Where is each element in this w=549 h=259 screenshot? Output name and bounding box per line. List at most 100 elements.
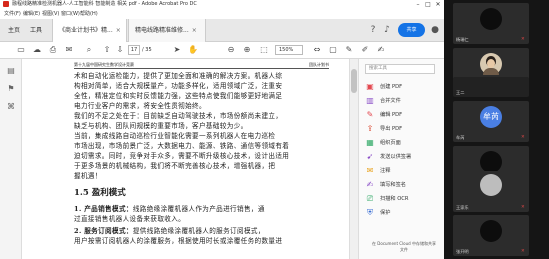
paragraph-line: 于更多场景的机械结构，我们将不断完善核心技术，增强机器，把 <box>74 162 276 170</box>
participant-tile[interactable]: 杨瑞仁 ✕ <box>453 3 529 44</box>
main-toolbar: ▭ ☁ ⎙ ✉ ⌕ ⇧ ⇩ 17 / 35 ➤ ✋ ⊖ ⊕ ⬚ 150% ⇔ ▢… <box>0 42 444 59</box>
sign-icon[interactable]: ✍ <box>374 43 388 57</box>
minus-icon[interactable]: ⊖ <box>224 43 238 57</box>
list-item: 过直接销售机器人设备来获取收入。 <box>74 214 332 224</box>
paragraph-line: 全性，精准定位和实时反馈能力强，这些特点使我们能够更好地满足 <box>74 92 283 100</box>
menu-edit[interactable]: 编辑(E) <box>23 9 40 19</box>
meeting-participants-panel: 杨瑞仁 ✕ 王二 牟芮 牟芮 ✕ 吴磊 ✕ 王家乐 ✕ 张开明 ✕ <box>444 0 549 259</box>
list-item: 1. 产品销售模式：线路绝缘涂覆机器人作为产品进行销售，通 <box>74 204 332 214</box>
tool-label: 编辑 PDF <box>380 112 403 118</box>
list-item-text: 用户按需订阅机器人的涂覆服务，根据使用时长或涂覆任务的数量进 <box>74 237 283 245</box>
vertical-scrollbar[interactable] <box>349 59 358 259</box>
participant-name: 牟芮 <box>456 135 465 140</box>
list-item-text: 线路绝缘涂覆机器人作为产品进行销售，通 <box>132 205 265 213</box>
list-item: 用户按需订阅机器人的涂覆服务，根据使用时长或涂覆任务的数量进 <box>74 236 332 246</box>
menu-window[interactable]: 窗口(W) <box>61 9 80 19</box>
tab-tools[interactable]: 工具 <box>24 19 48 42</box>
bookmark-icon[interactable]: ⚑ <box>5 83 17 95</box>
page-number-input[interactable]: 17 <box>128 45 140 55</box>
cloud-icon[interactable]: ☁ <box>30 43 44 57</box>
tab-home[interactable]: 主页 <box>2 19 26 42</box>
fill-sign-icon: ✍ <box>366 180 374 189</box>
participant-name: 杨瑞仁 <box>456 37 469 42</box>
participant-tile[interactable]: 张开明 ✕ <box>453 215 529 256</box>
cursor-icon[interactable]: ➤ <box>170 43 184 57</box>
comment-icon[interactable]: ▢ <box>326 43 340 57</box>
paragraph-line: 构相对简单，适合大规模量产，功能多样化，适用领域广泛，注重安 <box>74 82 283 90</box>
tab-close-icon[interactable]: × <box>116 27 121 34</box>
menu-view[interactable]: 视图(V) <box>42 9 59 19</box>
scan-ocr-icon: ⎚ <box>366 194 374 203</box>
list-item-text: 过直接销售机器人设备来获取收入。 <box>74 215 186 223</box>
highlight-icon[interactable]: ✐ <box>358 43 372 57</box>
save-icon[interactable]: ▭ <box>14 43 28 57</box>
list-item-lead: 2. 服务订阅模式： <box>74 227 133 235</box>
close-icon[interactable]: ✕ <box>433 0 443 9</box>
arrow-up-icon[interactable]: ⇧ <box>100 43 114 57</box>
participant-name: 张开明 <box>456 249 469 254</box>
tool-label: 导出 PDF <box>380 126 403 132</box>
list-item: 2. 服务订阅模式：提供线路绝缘涂覆机器人的服务订阅模式， <box>74 226 332 236</box>
avatar <box>480 151 502 173</box>
participant-tile[interactable]: 王家乐 ✕ <box>453 171 529 212</box>
user-icon[interactable]: ● <box>428 23 442 37</box>
edit-pdf-icon: ✎ <box>366 110 374 119</box>
print-icon[interactable]: ⎙ <box>46 43 60 57</box>
maximize-icon[interactable]: □ <box>423 0 433 9</box>
pen-icon[interactable]: ✎ <box>342 43 356 57</box>
minimize-icon[interactable]: – <box>413 0 423 9</box>
plus-icon[interactable]: ⊕ <box>240 43 254 57</box>
avatar <box>480 220 502 242</box>
avatar <box>480 174 502 196</box>
mail-icon[interactable]: ✉ <box>62 43 76 57</box>
tool-label: 发送以供签署 <box>380 154 412 160</box>
comment-tool-icon: ✉ <box>366 166 374 175</box>
search-tools-input[interactable]: 搜索工具 <box>365 64 435 74</box>
tab-document-1[interactable]: 《商业计划书》精... × <box>52 19 127 42</box>
zoom-level-select[interactable]: 150% <box>275 45 303 55</box>
attachment-icon[interactable]: ⌘ <box>5 101 17 113</box>
tool-label: 组织页面 <box>380 140 401 146</box>
tab-document-2-label: 精电线路精准维修... <box>135 27 189 34</box>
paragraph-line: 我们的不足之处在于：目前缺乏自动驾驶技术，市场份额尚未建立， <box>74 112 283 120</box>
share-button[interactable]: 共享 <box>398 23 425 37</box>
menu-help[interactable]: 帮助(H) <box>80 9 98 19</box>
bell-icon[interactable]: ♪ <box>380 23 394 37</box>
hand-icon[interactable]: ✋ <box>186 43 200 57</box>
menu-bar: 文件(F) 编辑(E) 视图(V) 窗口(W) 帮助(H) <box>0 9 444 19</box>
menu-file[interactable]: 文件(F) <box>4 9 21 19</box>
search-icon[interactable]: ⌕ <box>82 43 96 57</box>
window-titlebar: 融程线路精准检测机器人-人工智能科 智能制造 相关 pdf - Adobe Ac… <box>0 0 444 9</box>
organize-pages-icon: ▦ <box>366 138 374 147</box>
fit-page-icon[interactable]: ⬚ <box>257 43 271 57</box>
help-icon[interactable]: ? <box>366 23 380 37</box>
avatar <box>480 53 502 75</box>
send-for-signature-icon: ➹ <box>366 152 374 161</box>
tool-label: 保护 <box>380 210 391 216</box>
tab-document-1-label: 《商业计划书》精... <box>59 27 113 34</box>
participant-name: 王二 <box>456 90 465 95</box>
paragraph-line: 迫切需求。同时，竞争对手众多，需要不断升级核心技术，设计出适用 <box>74 152 290 160</box>
avatar-photo-body <box>483 68 499 75</box>
document-view[interactable]: 第十九届中国研究生数学设计竞赛 团队计划书 术和自动化运检能力，提供了更加全面和… <box>22 59 358 259</box>
tab-document-2[interactable]: 精电线路精准维修... × <box>128 19 206 42</box>
fit-width-icon[interactable]: ⇔ <box>310 43 324 57</box>
pdf-page: 第十九届中国研究生数学设计竞赛 团队计划书 术和自动化运检能力，提供了更加全面和… <box>52 59 344 259</box>
page-total: / 35 <box>142 47 152 53</box>
scrollbar-thumb[interactable] <box>351 69 357 93</box>
arrow-down-icon[interactable]: ⇩ <box>113 43 127 57</box>
tools-pane: 搜索工具 ▣ 创建 PDF ▥ 合并文件 ✎ 编辑 PDF ⇪ 导出 PDF ▦ 组织页面… <box>358 59 444 259</box>
participant-tile[interactable]: 牟芮 牟芮 ✕ <box>453 101 529 142</box>
paragraph-line: 市场出现，市场前景广泛，大数据电力、能源、铁路、通信等领域有着 <box>74 142 290 150</box>
tab-close-icon[interactable]: × <box>192 27 197 34</box>
combine-files-icon: ▥ <box>366 96 374 105</box>
tool-label: 填写和签名 <box>380 182 406 188</box>
tool-label: 合并文件 <box>380 98 401 104</box>
page-thumbnails-icon[interactable]: ▤ <box>5 65 17 77</box>
participant-name: 王家乐 <box>456 205 469 210</box>
mic-muted-icon: ✕ <box>521 135 525 140</box>
running-header: 第十九届中国研究生数学设计竞赛 团队计划书 <box>74 61 329 69</box>
participant-tile[interactable]: 王二 <box>453 77 529 97</box>
export-pdf-icon: ⇪ <box>366 124 374 133</box>
mic-muted-icon: ✕ <box>521 37 525 42</box>
